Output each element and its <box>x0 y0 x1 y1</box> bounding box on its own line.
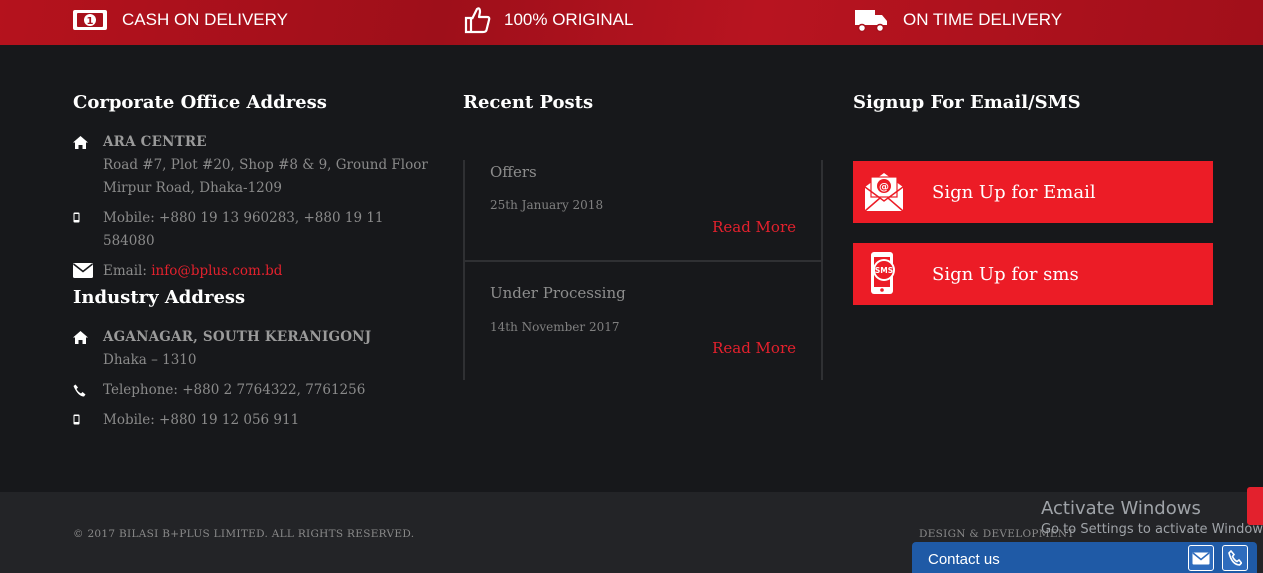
post-title-link[interactable]: Offers <box>490 163 537 181</box>
corporate-mobile: Mobile: +880 19 13 960283, +880 19 11 58… <box>103 210 384 249</box>
corporate-line2: Mirpur Road, Dhaka-1209 <box>103 180 282 196</box>
svg-text:1: 1 <box>87 16 94 27</box>
home-icon <box>73 131 103 200</box>
phone-icon[interactable] <box>1222 545 1248 571</box>
mail-icon[interactable] <box>1188 545 1214 571</box>
home-icon <box>73 326 103 372</box>
activate-windows-watermark: Activate Windows Go to Settings to activ… <box>1041 498 1263 537</box>
recent-posts-list: Offers 25th January 2018 Read More Under… <box>463 160 823 380</box>
feature-label: ON TIME DELIVERY <box>903 10 1063 29</box>
industry-address-title: Industry Address <box>73 287 246 308</box>
mobile-icon <box>73 207 103 253</box>
read-more-link[interactable]: Read More <box>712 218 796 236</box>
contact-us-label: Contact us <box>928 551 1000 568</box>
corporate-mobile-row: Mobile: +880 19 13 960283, +880 19 11 58… <box>73 207 433 253</box>
industry-address: AGANAGAR, SOUTH KERANIGONJ Dhaka – 1310 … <box>73 326 433 432</box>
industry-mobile: Mobile: +880 19 12 056 911 <box>103 412 300 428</box>
activate-windows-title: Activate Windows <box>1041 498 1201 519</box>
post-date: 14th November 2017 <box>490 320 620 334</box>
sms-badge-text: SMS <box>875 266 893 275</box>
sms-phone-icon: SMS <box>853 243 915 305</box>
post-item: Offers 25th January 2018 Read More <box>463 160 823 260</box>
contact-us-bar[interactable]: Contact us <box>912 542 1257 573</box>
features-bar: 1 CASH ON DELIVERY 100% ORIGINAL ON TIME… <box>0 0 1263 45</box>
post-title-link[interactable]: Under Processing <box>490 284 626 302</box>
activate-windows-subtitle: Go to Settings to activate Windows. <box>1041 522 1263 537</box>
industry-line1: Dhaka – 1310 <box>103 352 197 368</box>
corporate-address-title: Corporate Office Address <box>73 92 327 113</box>
feature-cash-on-delivery: 1 CASH ON DELIVERY <box>72 0 288 40</box>
corporate-email-link[interactable]: info@bplus.com.bd <box>151 263 282 279</box>
corporate-email-label: Email: <box>103 263 152 279</box>
signup-email-button[interactable]: @ Sign Up for Email <box>853 161 1213 223</box>
read-more-link[interactable]: Read More <box>712 339 796 357</box>
truck-icon <box>853 7 889 33</box>
signup-sms-button[interactable]: SMS Sign Up for sms <box>853 243 1213 305</box>
feature-label: CASH ON DELIVERY <box>122 10 288 29</box>
corporate-email-row: Email: info@bplus.com.bd <box>73 260 433 283</box>
signup-sms-label: Sign Up for sms <box>932 263 1079 285</box>
thumbs-up-icon <box>462 7 492 34</box>
post-item: Under Processing 14th November 2017 Read… <box>463 260 823 380</box>
copyright-text: © 2017 BILASI B+PLUS LIMITED. ALL RIGHTS… <box>73 528 415 540</box>
corporate-name: ARA CENTRE <box>103 134 207 150</box>
signup-title: Signup For Email/SMS <box>853 92 1081 113</box>
feature-label: 100% ORIGINAL <box>504 10 634 29</box>
phone-icon <box>73 379 103 402</box>
industry-telephone-row: Telephone: +880 2 7764322, 7761256 <box>73 379 433 402</box>
industry-address-row: AGANAGAR, SOUTH KERANIGONJ Dhaka – 1310 <box>73 326 433 372</box>
corporate-address: ARA CENTRE Road #7, Plot #20, Shop #8 & … <box>73 131 433 283</box>
corporate-address-row: ARA CENTRE Road #7, Plot #20, Shop #8 & … <box>73 131 433 200</box>
industry-name: AGANAGAR, SOUTH KERANIGONJ <box>103 329 372 345</box>
envelope-icon <box>73 260 103 283</box>
feature-original: 100% ORIGINAL <box>462 0 633 40</box>
feature-on-time-delivery: ON TIME DELIVERY <box>853 0 1062 40</box>
industry-mobile-row: Mobile: +880 19 12 056 911 <box>73 409 433 432</box>
post-date: 25th January 2018 <box>490 198 604 212</box>
email-badge-text: @ <box>879 182 889 193</box>
signup-email-label: Sign Up for Email <box>932 181 1096 203</box>
cash-icon: 1 <box>72 7 108 33</box>
mobile-icon <box>73 409 103 432</box>
email-envelope-icon: @ <box>853 161 915 223</box>
recent-posts-title: Recent Posts <box>463 92 594 113</box>
corporate-line1: Road #7, Plot #20, Shop #8 & 9, Ground F… <box>103 157 428 173</box>
industry-telephone: Telephone: +880 2 7764322, 7761256 <box>103 382 366 398</box>
